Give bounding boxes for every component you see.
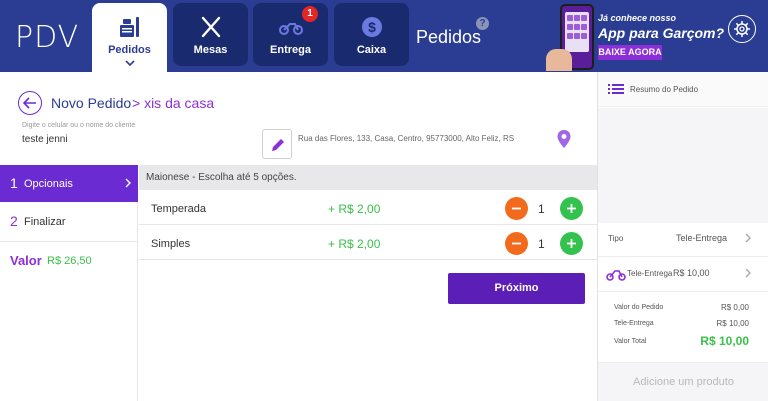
chevron-right-icon: [125, 178, 131, 188]
order-type-label: Tipo: [608, 234, 624, 243]
option-group-title: Maionese - Escolha até 5 opções.: [146, 172, 297, 183]
breadcrumb-root[interactable]: Novo Pedido: [51, 95, 131, 111]
step-number: 1: [10, 175, 18, 191]
step-number: 2: [10, 213, 18, 229]
order-value: R$ 26,50: [47, 255, 92, 267]
option-price: + R$ 2,00: [328, 237, 381, 251]
list-icon: [608, 84, 624, 94]
minus-icon: [512, 242, 521, 245]
breadcrumb-current: > xis da casa: [132, 95, 215, 111]
option-name: Temperada: [151, 203, 207, 215]
orders-icon: [119, 17, 139, 37]
divider: [0, 241, 138, 242]
option-row: Simples + R$ 2,00 1: [139, 226, 597, 260]
dollar-icon: $: [361, 17, 382, 37]
customer-input[interactable]: [22, 134, 252, 145]
delivery-total-value: R$ 10,00: [716, 319, 749, 328]
promo-banner[interactable]: Já conhece nosso App para Garçom? BAIXE …: [546, 3, 726, 72]
delivery-fee-label: Tele-Entrega: [627, 269, 673, 278]
delivery-total-label: Tele-Entrega: [614, 320, 654, 327]
delivery-fee-value: R$ 10,00: [673, 268, 710, 278]
summary-title: Resumo do Pedido: [630, 85, 699, 94]
gear-icon: [734, 21, 750, 37]
decrease-button[interactable]: [505, 197, 528, 220]
tab-entrega-label: Entrega: [270, 44, 311, 56]
svg-text:$: $: [368, 19, 376, 35]
subtotal-label: Valor do Pedido: [614, 304, 664, 311]
tab-entrega[interactable]: Entrega 1: [253, 3, 328, 66]
order-type-row[interactable]: Tipo Tele-Entrega: [598, 223, 768, 257]
tab-caixa[interactable]: $ Caixa: [334, 3, 409, 66]
app-logo: PDV: [15, 20, 80, 55]
option-price: + R$ 2,00: [328, 202, 381, 216]
order-value-label: Valor: [10, 253, 42, 268]
steps-sidebar: 1 Opcionais 2 Finalizar Valor R$ 26,50: [0, 165, 138, 401]
tab-pedidos-label: Pedidos: [108, 44, 151, 56]
motorcycle-icon: [278, 23, 303, 35]
summary-items-area: [598, 108, 768, 223]
chevron-down-icon: [124, 60, 135, 66]
step-label: Opcionais: [24, 178, 73, 190]
chevron-right-icon: [745, 233, 751, 243]
quantity-value: 1: [538, 202, 545, 216]
order-type-value: Tele-Entrega: [675, 233, 727, 243]
plus-icon: [567, 239, 576, 248]
notification-badge: 1: [302, 6, 318, 22]
cutlery-icon: [201, 16, 220, 38]
plus-icon: [567, 204, 576, 213]
option-row: Temperada + R$ 2,00 1: [139, 191, 597, 225]
download-button[interactable]: BAIXE AGORA: [598, 45, 662, 60]
tab-mesas[interactable]: Mesas: [173, 3, 248, 66]
grand-total-label: Valor Total: [614, 338, 647, 345]
delivery-fee-row[interactable]: Tele-Entrega R$ 10,00: [598, 258, 768, 292]
tab-pedidos[interactable]: Pedidos: [92, 3, 167, 72]
totals-block: Valor do Pedido R$ 0,00 Tele-Entrega R$ …: [598, 291, 768, 359]
back-button[interactable]: [18, 91, 42, 115]
customer-field-label: Digite o celular ou o nome do cliente: [22, 122, 136, 129]
tab-caixa-label: Caixa: [356, 44, 387, 56]
chevron-right-icon: [745, 268, 751, 278]
edit-address-button[interactable]: [262, 129, 292, 159]
pencil-icon: [272, 139, 284, 151]
top-bar: PDV Pedidos Mesas Entrega 1 $ Caixa Pedi…: [0, 0, 768, 72]
help-icon[interactable]: ?: [476, 17, 489, 30]
add-product-button[interactable]: Adicione um produto: [598, 362, 768, 401]
order-summary-panel: Resumo do Pedido Tipo Tele-Entrega Tele-…: [597, 72, 768, 401]
grand-total-value: R$ 10,00: [700, 334, 749, 348]
section-title: Pedidos: [416, 27, 482, 47]
step-label: Finalizar: [24, 216, 66, 228]
promo-text-big: App para Garçom?: [598, 25, 725, 41]
order-panel: Novo Pedido > xis da casa Digite o celul…: [0, 72, 597, 401]
increase-button[interactable]: [560, 197, 583, 220]
location-pin-icon[interactable]: [556, 129, 572, 149]
delivery-address: Rua das Flores, 133, Casa, Centro, 95773…: [298, 134, 515, 143]
arrow-left-icon: [23, 97, 36, 109]
settings-button[interactable]: [728, 15, 756, 43]
subtotal-value: R$ 0,00: [720, 303, 749, 312]
minus-icon: [512, 207, 521, 210]
decrease-button[interactable]: [505, 232, 528, 255]
hand-image: [546, 49, 572, 71]
increase-button[interactable]: [560, 232, 583, 255]
tab-mesas-label: Mesas: [193, 44, 228, 56]
promo-text-small: Já conhece nosso: [598, 13, 677, 23]
option-group-header: Maionese - Escolha até 5 opções.: [139, 165, 597, 190]
summary-header: Resumo do Pedido: [598, 72, 768, 107]
quantity-value: 1: [538, 237, 545, 251]
option-name: Simples: [151, 238, 191, 250]
step-finalizar[interactable]: 2 Finalizar: [0, 203, 138, 240]
step-opcionais[interactable]: 1 Opcionais: [0, 165, 138, 202]
next-button[interactable]: Próximo: [448, 273, 585, 304]
motorcycle-icon: [606, 270, 626, 281]
